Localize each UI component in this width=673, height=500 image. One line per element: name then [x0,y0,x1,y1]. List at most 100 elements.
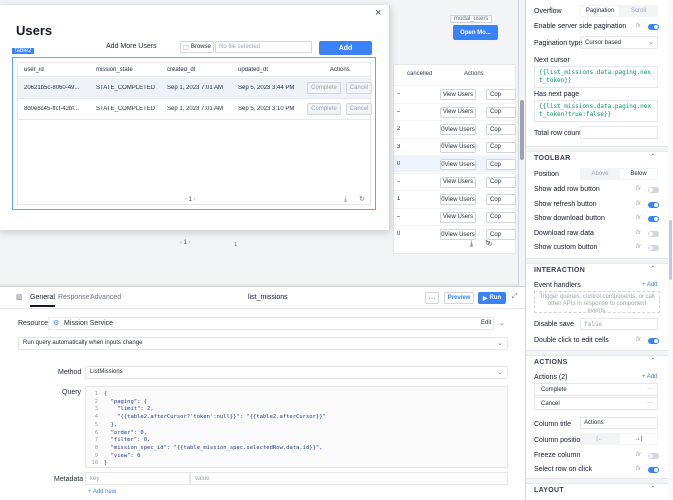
fx-icon[interactable]: fx [636,201,641,207]
bg-pager-page[interactable]: 1 [234,242,237,248]
bg-table-row[interactable]: 1 0View Users Cop [394,190,516,207]
table2-download-icon[interactable]: ⤓ [344,196,347,204]
add-event-handler-link[interactable]: + Add [642,282,658,288]
add-new-metadata-link[interactable]: + Add new [88,489,116,495]
disable-save-input[interactable]: false [580,318,658,330]
bg-table-row[interactable]: – View Users Cop [394,172,516,190]
copy-button[interactable]: Cop [486,141,516,153]
table2-refresh-icon[interactable]: ↻ [359,195,365,203]
bg-table-row[interactable]: – View Users Cop [394,85,516,102]
vertical-splitter[interactable] [518,0,525,286]
view-users-button[interactable]: 0View Users [440,159,476,170]
complete-button[interactable]: Complete [307,82,341,94]
column-position-left-icon[interactable]: |← [581,434,619,444]
more-button[interactable]: ··· [425,292,439,304]
has-next-input[interactable]: {{list_missions.data.paging.next_token?t… [534,100,658,122]
pagination-type-select[interactable]: Cursor based ⌄ [580,36,658,49]
fx-icon[interactable]: fx [636,230,641,236]
toolbar-collapse-icon[interactable]: ⌃ [650,153,656,161]
panel-toggle-icon[interactable]: ▥ [16,293,23,301]
col-actions[interactable]: Actions [330,67,350,73]
toolbar-option-toggle[interactable] [648,201,659,208]
position-below[interactable]: Below [620,169,657,179]
bg-table-row[interactable]: – View Users Cop [394,102,516,120]
cancel-button[interactable]: Cancel [346,82,372,94]
resource-select[interactable]: ⚙ Mission Service Edit [48,317,494,330]
edit-resource-link[interactable]: Edit [481,320,491,326]
view-users-button[interactable]: 0View Users [440,229,476,240]
table2[interactable]: user_id mission_state created_dt updated… [12,57,376,210]
bg-table-row[interactable]: 3 0View Users Cop [394,137,516,155]
toolbar-option-toggle[interactable] [648,245,659,251]
position-above[interactable]: Above [581,169,619,179]
col-user-id[interactable]: user_id [24,67,44,73]
scrollbar-thumb[interactable] [520,100,524,160]
toolbar-option-toggle[interactable] [648,230,659,237]
freeze-column-toggle[interactable] [648,453,659,459]
view-users-button[interactable]: View Users [440,106,476,118]
copy-button[interactable]: Cop [486,211,516,223]
bg-table-row[interactable]: 2 0View Users Cop [394,120,516,137]
close-icon[interactable]: × [375,7,381,19]
col-mission-state[interactable]: mission_state [96,67,133,73]
interaction-collapse-icon[interactable]: ⌃ [650,265,656,273]
run-mode-select[interactable]: Run query automatically when inputs chan… [18,337,508,350]
total-row-input[interactable] [580,126,658,139]
fx-icon[interactable]: fx [636,337,641,343]
bg-download-icon-2[interactable]: ⤓ [470,240,473,248]
col-updated-dt[interactable]: updated_dt [238,67,268,73]
view-users-button[interactable]: View Users [440,89,476,100]
action-item-menu-icon[interactable]: ··· [647,400,653,406]
copy-button[interactable]: Cop [486,159,516,170]
layout-collapse-icon[interactable]: ⌃ [650,485,656,493]
action-item-menu-icon[interactable]: ··· [647,386,653,392]
complete-button[interactable]: Complete [307,103,341,115]
add-button[interactable]: Add [319,41,372,55]
overflow-pagination[interactable]: Pagination [581,6,619,16]
double-click-toggle[interactable] [648,338,659,344]
copy-button[interactable]: Cop [486,89,516,100]
bg-table-row[interactable]: 0 0View Users Cop [394,225,516,242]
fx-icon[interactable]: fx [636,215,641,221]
inspector-scrollbar[interactable] [668,0,673,500]
select-row-toggle[interactable] [648,467,659,473]
toolbar-option-toggle[interactable] [648,216,659,222]
bg-table-row[interactable]: 0 0View Users Cop [394,155,516,172]
copy-button[interactable]: Cop [486,176,516,188]
bg-refresh-icon-2[interactable]: ↻ [485,239,491,247]
action-item[interactable]: Cancel ··· [534,397,658,410]
column-position-right-icon[interactable]: →| [620,434,657,444]
fx-icon[interactable]: fx [636,466,641,472]
tab-advanced[interactable]: Advanced [90,294,121,301]
overflow-scroll[interactable]: Scroll [620,6,657,16]
edit-resource-chevron[interactable]: ⌄ [499,319,505,327]
copy-button[interactable]: Cop [486,194,516,205]
expand-icon[interactable]: ⤢ [512,293,518,301]
run-button[interactable]: ▶ Run [478,292,506,304]
view-users-button[interactable]: 0View Users [440,124,476,135]
file-input[interactable]: No file selected [215,41,312,53]
query-code-editor[interactable]: 1 {2 "paging": {3 "limit": 2, 4 "{{table2.… [85,386,508,468]
server-side-toggle[interactable] [648,24,659,30]
view-users-button[interactable]: View Users [440,211,476,223]
preview-button[interactable]: Preview [444,292,474,304]
fx-icon[interactable]: fx [636,186,641,192]
method-select[interactable]: ListMissions ⌄ [85,366,508,379]
query-name[interactable]: list_missions [248,294,288,301]
bg-page-number[interactable]: 1 [184,240,187,246]
copy-button[interactable]: Cop [486,124,516,135]
cancel-button[interactable]: Cancel [346,103,372,115]
toolbar-option-toggle[interactable] [648,187,659,193]
metadata-key-input[interactable]: key [85,472,190,485]
actions-collapse-icon[interactable]: ⌃ [650,357,656,365]
fx-icon[interactable]: fx [636,452,641,458]
table-row[interactable]: 8d0e8c45-ffcf-42bf... STATE_COMPLETED Sep … [18,99,372,120]
action-item[interactable]: Complete ··· [534,383,658,396]
next-cursor-input[interactable]: {{list_missions.data.paging.next_token}} [534,66,658,88]
column-title-input[interactable]: Actions [580,417,658,429]
fx-icon[interactable]: fx [636,244,641,250]
add-action-link[interactable]: + Add [642,374,658,380]
bg-table-row[interactable]: – View Users Cop [394,207,516,225]
view-users-button[interactable]: 0View Users [440,141,476,153]
metadata-value-input[interactable]: value [190,472,508,485]
